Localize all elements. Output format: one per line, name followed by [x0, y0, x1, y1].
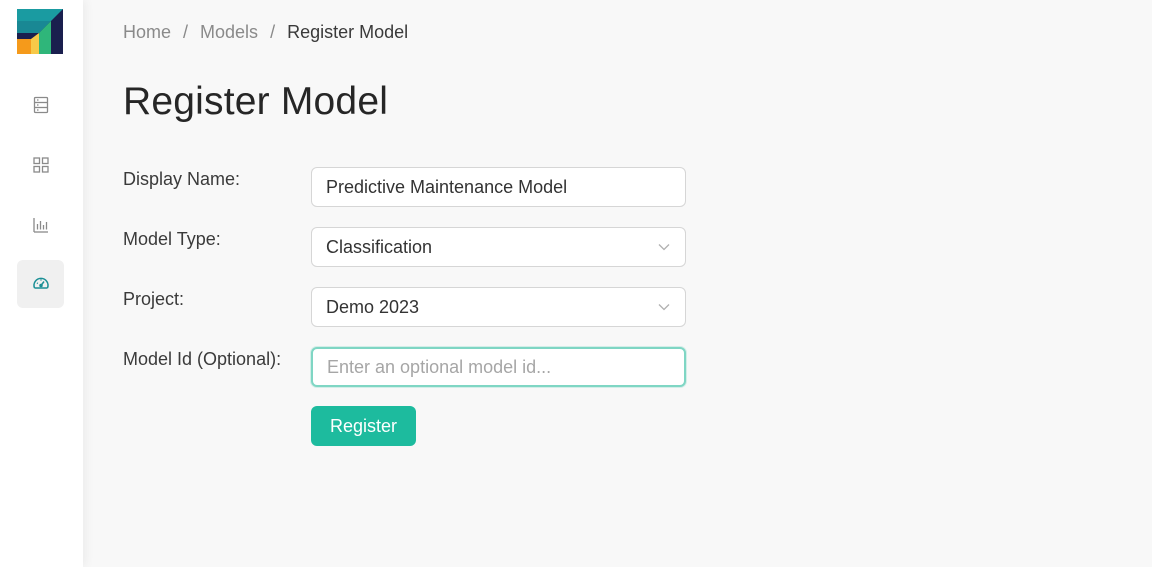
sidebar-item-dashboard[interactable] [17, 141, 64, 189]
display-name-field[interactable]: Predictive Maintenance Model [311, 167, 686, 207]
page-title: Register Model [123, 80, 389, 123]
register-button[interactable]: Register [311, 406, 416, 446]
model-type-select[interactable]: Classification [311, 227, 686, 267]
breadcrumb-current: Register Model [287, 22, 409, 42]
gauge-icon [32, 277, 49, 289]
project-label: Project: [123, 289, 185, 309]
breadcrumb-separator: / [183, 22, 189, 42]
sidebar-item-reports[interactable] [17, 201, 64, 249]
breadcrumb-separator: / [270, 22, 276, 42]
display-name-row: Display Name: Predictive Maintenance Mod… [123, 167, 723, 207]
chevron-down-icon [658, 244, 670, 251]
main-content: Home / Models / Register Model Register … [83, 0, 1152, 567]
grid-icon [32, 157, 49, 173]
model-type-row: Model Type: Classification [123, 227, 723, 267]
server-list-icon [33, 96, 48, 114]
breadcrumb: Home / Models / Register Model [123, 22, 408, 43]
breadcrumb-home[interactable]: Home [123, 22, 171, 43]
breadcrumb-models[interactable]: Models [200, 22, 258, 43]
app-logo[interactable] [17, 9, 63, 54]
chevron-down-icon [658, 304, 670, 311]
model-id-label: Model Id (Optional): [123, 349, 282, 369]
bar-chart-icon [32, 218, 48, 233]
project-row: Project: Demo 2023 [123, 287, 723, 327]
project-value: Demo 2023 [326, 296, 420, 317]
model-id-row: Model Id (Optional): [123, 347, 723, 387]
model-id-input[interactable] [311, 347, 686, 387]
sidebar-item-models[interactable] [17, 260, 64, 308]
display-name-label: Display Name: [123, 169, 241, 189]
sidebar-item-servers[interactable] [17, 81, 64, 129]
sidebar [0, 0, 83, 567]
model-type-value: Classification [326, 236, 433, 257]
model-type-label: Model Type: [123, 229, 221, 249]
project-select[interactable]: Demo 2023 [311, 287, 686, 327]
display-name-value: Predictive Maintenance Model [326, 176, 568, 197]
